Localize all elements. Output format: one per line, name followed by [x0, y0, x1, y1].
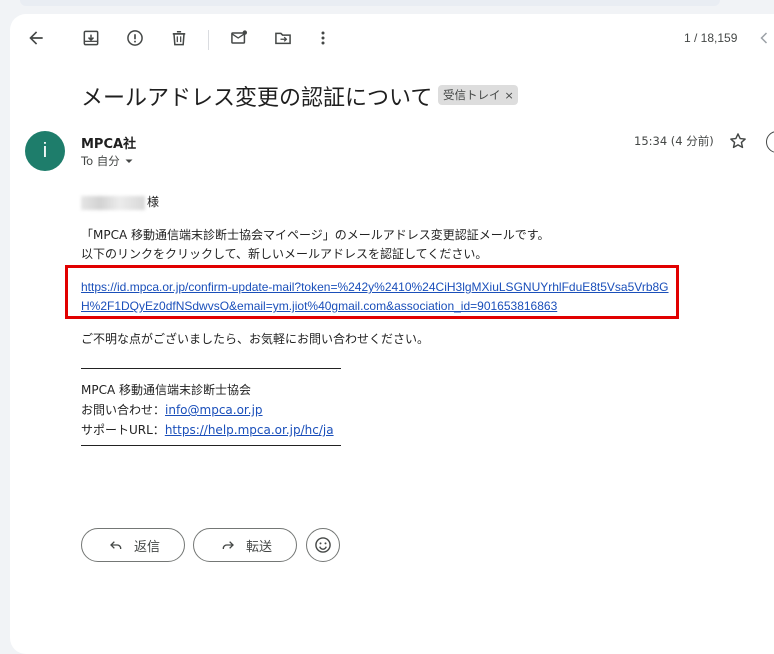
body-line-2: 以下のリンクをクリックして、新しいメールアドレスを認証してください。 — [81, 247, 488, 261]
newer-button[interactable] — [754, 28, 774, 48]
more-options-button[interactable] — [309, 24, 337, 52]
message-counter: 1 / 18,159 — [684, 31, 738, 45]
toolbar-divider — [208, 30, 209, 50]
greeting-suffix: 様 — [147, 195, 160, 209]
signature-divider-bottom — [81, 445, 341, 446]
emoji-icon — [315, 537, 331, 553]
arrow-left-icon — [29, 31, 43, 45]
reply-label: 返信 — [134, 539, 161, 555]
signature-org: MPCA 移動通信端末診断士協会 — [81, 383, 251, 397]
report-spam-icon — [127, 30, 143, 46]
greeting: 様 — [81, 193, 159, 210]
emoji-button[interactable] — [306, 528, 340, 562]
forward-button[interactable]: 転送 — [193, 528, 297, 562]
email-view: 1 / 18,159 メールアドレス変更の認証について 受信トレイ × i MP… — [10, 14, 774, 654]
emoji-reaction-button[interactable] — [766, 131, 774, 153]
email-toolbar: 1 / 18,159 — [10, 14, 774, 64]
forward-icon — [222, 541, 234, 549]
more-vertical-icon — [321, 31, 325, 45]
delete-button[interactable] — [165, 24, 193, 52]
star-icon — [730, 133, 746, 149]
star-button[interactable] — [728, 131, 750, 153]
recipient-details-toggle[interactable]: To 自分 — [81, 153, 134, 169]
closing-text: ご不明な点がございましたら、お気軽にお問い合わせください。 — [81, 332, 430, 346]
body-line-1: 「MPCA 移動通信端末診断士協会マイページ」のメールアドレス変更認証メールです… — [81, 228, 550, 242]
recipient-text: To 自分 — [81, 154, 120, 168]
email-subject: メールアドレス変更の認証について — [81, 86, 433, 111]
contact-label: お問い合わせ： — [81, 403, 166, 417]
remove-label-button[interactable]: × — [505, 89, 514, 102]
signature-divider-top — [81, 368, 341, 369]
top-strip — [20, 0, 720, 6]
contact-email-link[interactable]: info@mpca.or.jp — [165, 403, 263, 417]
mark-unread-button[interactable] — [225, 24, 253, 52]
move-to-folder-icon — [275, 32, 291, 45]
reply-button[interactable]: 返信 — [81, 528, 185, 562]
reply-icon — [110, 541, 122, 549]
report-spam-button[interactable] — [121, 24, 149, 52]
mark-unread-icon — [231, 30, 247, 44]
move-to-button[interactable] — [269, 24, 297, 52]
avatar[interactable]: i — [25, 131, 65, 171]
email-time: 15:34 (4 分前) — [634, 134, 714, 148]
redacted-name — [81, 195, 145, 210]
back-button[interactable] — [22, 24, 50, 52]
sender-name[interactable]: MPCA社 — [81, 133, 136, 152]
confirm-link[interactable]: https://id.mpca.or.jp/confirm-update-mai… — [81, 278, 676, 316]
signature-contact: お問い合わせ：info@mpca.or.jp — [81, 401, 263, 418]
trash-icon — [172, 31, 186, 46]
support-label: サポートURL： — [81, 423, 165, 437]
label-text: 受信トレイ — [443, 88, 501, 102]
caret-down-icon — [125, 159, 133, 163]
signature-support: サポートURL：https://help.mpca.or.jp/hc/ja — [81, 421, 334, 438]
chevron-left-icon — [760, 32, 768, 44]
archive-button[interactable] — [77, 24, 105, 52]
support-url-link[interactable]: https://help.mpca.or.jp/hc/ja — [165, 423, 334, 437]
forward-label: 転送 — [246, 539, 273, 555]
archive-icon — [83, 30, 99, 46]
inbox-label-chip: 受信トレイ × — [438, 85, 518, 105]
